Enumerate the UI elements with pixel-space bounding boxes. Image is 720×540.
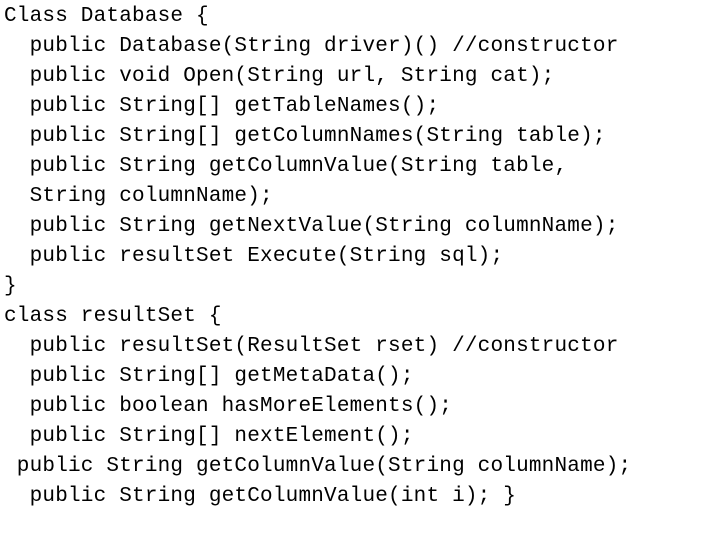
code-block: Class Database { public Database(String … [0,0,720,512]
